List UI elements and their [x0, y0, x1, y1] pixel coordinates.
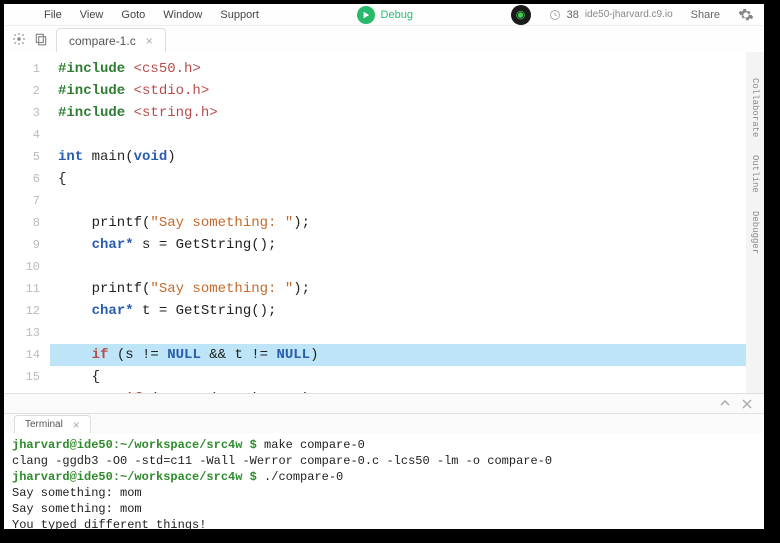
terminal-line: jharvard@ide50:~/workspace/src4w $ make …	[12, 437, 756, 453]
tab-row: compare-1.c ×	[4, 26, 764, 52]
tab-compare-1[interactable]: compare-1.c ×	[56, 28, 166, 52]
code-line[interactable]: #include <string.h>	[58, 102, 764, 124]
code-line[interactable]: int main(void)	[58, 146, 764, 168]
menu-window[interactable]: Window	[163, 9, 202, 21]
workspace-host: ide50-jharvard.c9.io	[585, 9, 673, 20]
menu-view[interactable]: View	[80, 9, 104, 21]
terminal[interactable]: jharvard@ide50:~/workspace/src4w $ make …	[4, 433, 764, 529]
tab-filename: compare-1.c	[69, 34, 136, 48]
code-line[interactable]: #include <cs50.h>	[58, 58, 764, 80]
files-icon[interactable]	[34, 32, 48, 46]
terminal-line: You typed different things!	[12, 517, 756, 529]
debug-label: Debug	[381, 9, 413, 21]
panel-bar	[4, 393, 764, 413]
code-line[interactable]	[58, 322, 764, 344]
code-line[interactable]: {	[58, 168, 764, 190]
panel-tabs: Terminal ×	[4, 413, 764, 433]
code-line[interactable]	[58, 256, 764, 278]
settings-icon[interactable]	[12, 32, 26, 46]
code-line[interactable]: if (strcmp(s, t) == 0)	[58, 388, 764, 393]
clock-icon	[549, 9, 561, 21]
rail-collaborate[interactable]: Collaborate	[744, 78, 764, 137]
menu-file[interactable]: File	[44, 9, 62, 21]
share-button[interactable]: Share	[691, 9, 720, 21]
terminal-line: Say something: mom	[12, 485, 756, 501]
code-line[interactable]: #include <stdio.h>	[58, 80, 764, 102]
code-line[interactable]	[58, 190, 764, 212]
code-line[interactable]: char* s = GetString();	[58, 234, 764, 256]
code-line[interactable]: printf("Say something: ");	[58, 278, 764, 300]
code-editor[interactable]: 1234567891011121314151617181920 #include…	[4, 52, 764, 393]
tab-terminal[interactable]: Terminal ×	[14, 415, 91, 433]
close-icon[interactable]: ×	[73, 418, 80, 432]
close-icon[interactable]: ×	[146, 34, 153, 48]
menu-support[interactable]: Support	[220, 9, 259, 21]
rail-outline[interactable]: Outline	[744, 155, 764, 193]
terminal-line: jharvard@ide50:~/workspace/src4w $ ./com…	[12, 469, 756, 485]
panel-close-icon[interactable]	[742, 399, 752, 409]
code-line[interactable]: if (s != NULL && t != NULL)	[50, 344, 764, 366]
code-line[interactable]: char* t = GetString();	[58, 300, 764, 322]
terminal-tab-label: Terminal	[25, 419, 63, 430]
line-gutter: 1234567891011121314151617181920	[4, 52, 50, 393]
debug-button[interactable]: Debug	[357, 6, 413, 24]
menu-goto[interactable]: Goto	[121, 9, 145, 21]
panel-expand-icon[interactable]	[720, 399, 730, 409]
gear-icon[interactable]	[738, 7, 754, 23]
rail-debugger[interactable]: Debugger	[744, 211, 764, 254]
terminal-line: Say something: mom	[12, 501, 756, 517]
menubar: File View Goto Window Support Debug ◉ 38…	[4, 4, 764, 26]
right-rail: Collaborate Outline Debugger	[746, 52, 764, 393]
play-icon	[357, 6, 375, 24]
code-line[interactable]: printf("Say something: ");	[58, 212, 764, 234]
code-line[interactable]: {	[58, 366, 764, 388]
avatar[interactable]: ◉	[511, 5, 531, 25]
code-area[interactable]: #include <cs50.h>#include <stdio.h>#incl…	[50, 52, 764, 393]
code-line[interactable]	[58, 124, 764, 146]
notification-count[interactable]: 38	[567, 9, 579, 21]
terminal-line: clang -ggdb3 -O0 -std=c11 -Wall -Werror …	[12, 453, 756, 469]
